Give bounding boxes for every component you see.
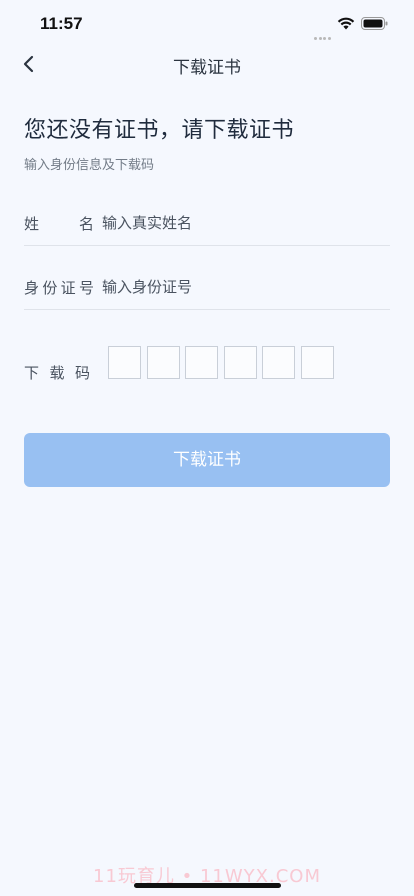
page-title: 下载证书: [173, 58, 241, 78]
code-box[interactable]: [185, 346, 219, 379]
home-indicator: [134, 883, 281, 888]
download-button[interactable]: 下载证书: [24, 433, 390, 487]
code-box[interactable]: [300, 346, 334, 379]
download-code-label: 下载码: [24, 364, 90, 382]
code-box[interactable]: [146, 346, 180, 379]
name-field-row: 姓名: [24, 200, 390, 246]
code-box[interactable]: [108, 346, 141, 379]
signal-dots-icon: [314, 25, 332, 44]
headline: 您还没有证书，请下载证书: [24, 118, 295, 143]
battery-icon: [361, 17, 388, 30]
id-number-input[interactable]: [102, 273, 382, 301]
download-code-row: 下载码: [24, 344, 390, 384]
id-number-label: 身份证号: [24, 279, 94, 297]
wifi-icon: [337, 17, 355, 30]
download-code-boxes: [108, 346, 340, 379]
id-number-field-row: 身份证号: [24, 264, 390, 310]
navigation-bar: 下载证书: [0, 48, 414, 82]
status-bar: 11:57: [0, 0, 414, 48]
status-time: 11:57: [40, 14, 83, 33]
subline: 输入身份信息及下载码: [24, 158, 155, 173]
name-input[interactable]: [102, 209, 382, 237]
name-label: 姓名: [24, 215, 94, 233]
code-box[interactable]: [262, 346, 296, 379]
code-box[interactable]: [223, 346, 257, 379]
